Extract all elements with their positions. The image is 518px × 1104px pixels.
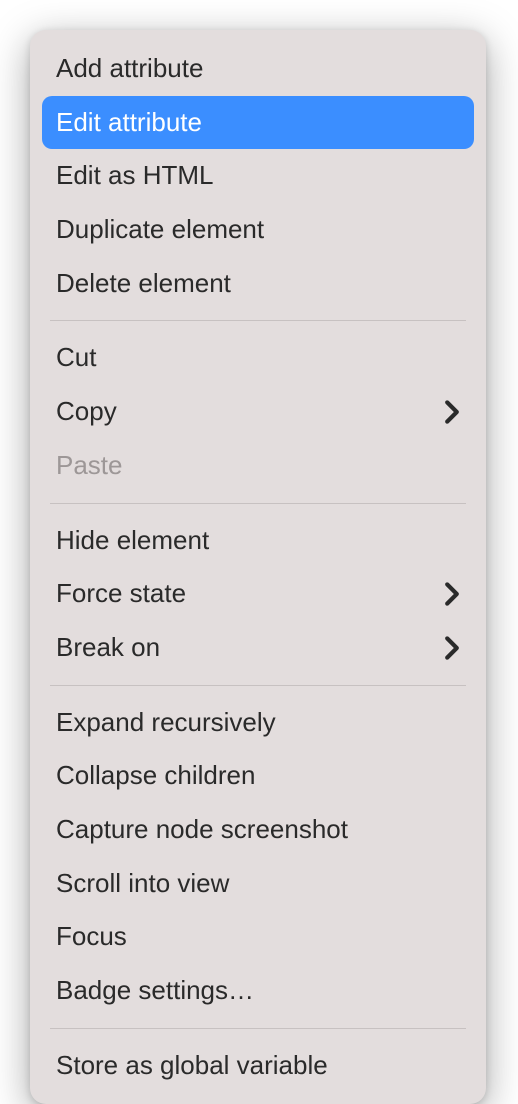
menu-item-delete-element[interactable]: Delete element [30,257,486,311]
menu-item-label: Scroll into view [56,865,229,903]
menu-item-edit-attribute[interactable]: Edit attribute [42,96,474,150]
menu-item-focus[interactable]: Focus [30,910,486,964]
menu-item-expand-recursively[interactable]: Expand recursively [30,696,486,750]
menu-item-label: Delete element [56,265,231,303]
menu-item-label: Focus [56,918,127,956]
menu-item-scroll-into-view[interactable]: Scroll into view [30,857,486,911]
chevron-right-icon [444,635,460,661]
menu-item-break-on[interactable]: Break on [30,621,486,675]
menu-item-badge-settings[interactable]: Badge settings… [30,964,486,1018]
menu-item-label: Force state [56,575,186,613]
menu-separator [50,685,466,686]
menu-item-label: Duplicate element [56,211,264,249]
menu-separator [50,503,466,504]
chevron-right-icon [444,399,460,425]
menu-item-label: Collapse children [56,757,255,795]
menu-item-label: Copy [56,393,117,431]
chevron-right-icon [444,581,460,607]
menu-separator [50,1028,466,1029]
menu-item-label: Hide element [56,522,209,560]
menu-item-store-as-global-variable[interactable]: Store as global variable [30,1039,486,1093]
menu-item-label: Edit attribute [56,104,202,142]
menu-item-cut[interactable]: Cut [30,331,486,385]
context-menu: Add attribute Edit attribute Edit as HTM… [30,30,486,1104]
menu-item-label: Badge settings… [56,972,254,1010]
menu-item-capture-node-screenshot[interactable]: Capture node screenshot [30,803,486,857]
menu-item-label: Capture node screenshot [56,811,348,849]
menu-item-force-state[interactable]: Force state [30,567,486,621]
menu-item-duplicate-element[interactable]: Duplicate element [30,203,486,257]
menu-item-label: Paste [56,447,123,485]
menu-item-label: Expand recursively [56,704,276,742]
menu-separator [50,320,466,321]
menu-item-label: Break on [56,629,160,667]
menu-item-label: Add attribute [56,50,203,88]
menu-item-add-attribute[interactable]: Add attribute [30,42,486,96]
menu-item-edit-as-html[interactable]: Edit as HTML [30,149,486,203]
menu-item-paste: Paste [30,439,486,493]
menu-item-copy[interactable]: Copy [30,385,486,439]
menu-item-label: Store as global variable [56,1047,328,1085]
menu-item-label: Cut [56,339,96,377]
menu-item-label: Edit as HTML [56,157,214,195]
menu-item-collapse-children[interactable]: Collapse children [30,749,486,803]
menu-item-hide-element[interactable]: Hide element [30,514,486,568]
